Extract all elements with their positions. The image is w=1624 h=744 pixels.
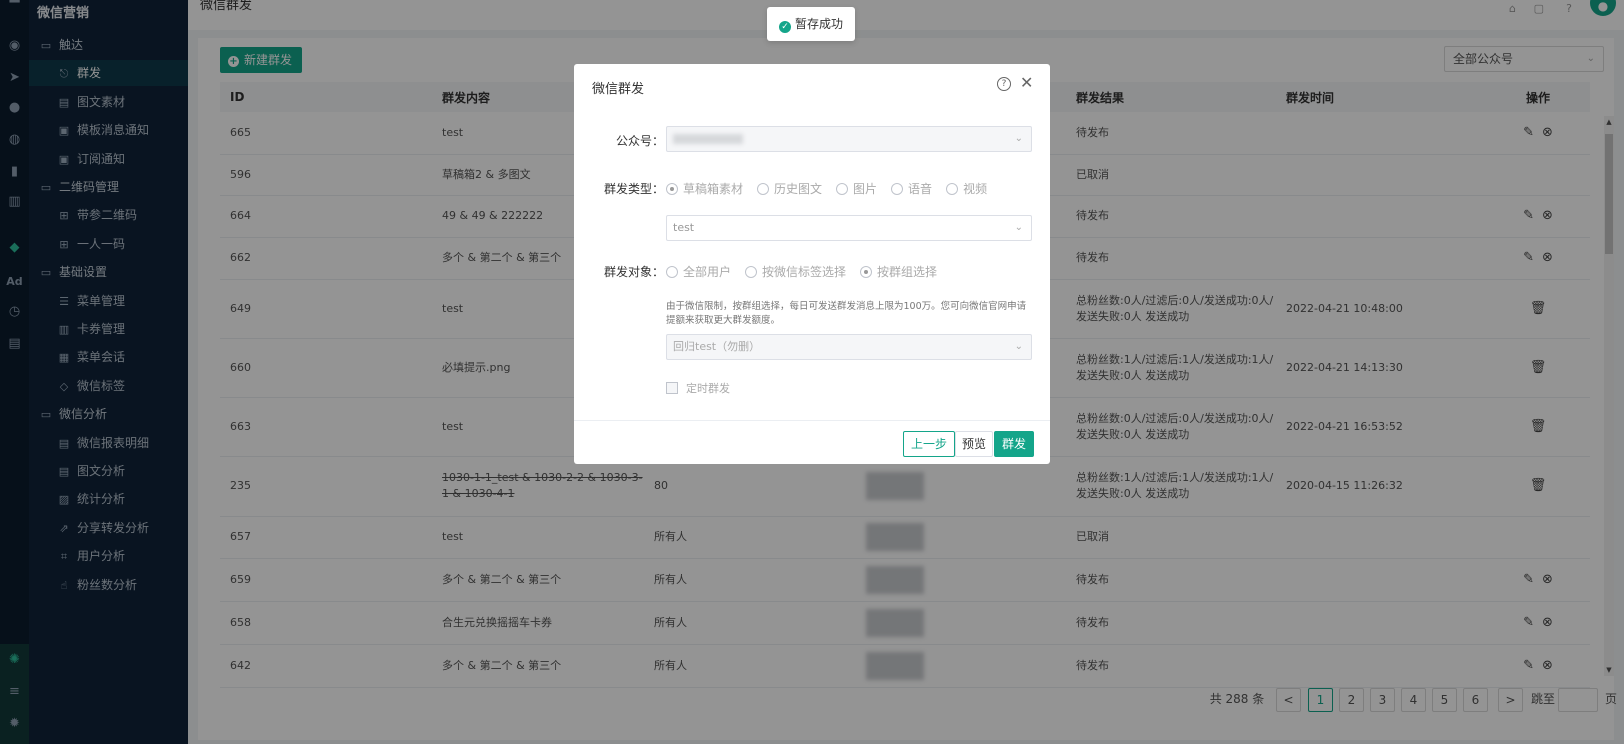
target-radio-1[interactable]: 按微信标签选择 <box>745 263 846 280</box>
target-radio-group: 全部用户 按微信标签选择 按群组选择 <box>666 263 951 280</box>
type-radio-4[interactable]: 视频 <box>946 180 987 197</box>
modal-footer-divider <box>574 420 1050 421</box>
radio-dot[interactable] <box>666 183 678 195</box>
target-radio-2[interactable]: 按群组选择 <box>860 263 937 280</box>
radio-dot[interactable] <box>757 183 770 195</box>
type-radio-2[interactable]: 图片 <box>836 180 877 197</box>
success-toast: ✓ 暂存成功 <box>767 7 855 41</box>
checkbox-box[interactable] <box>666 382 678 394</box>
account-field[interactable]: ⌄ <box>666 126 1032 152</box>
type-radio-3[interactable]: 语音 <box>891 180 932 197</box>
radio-label: 历史图文 <box>774 182 823 196</box>
group-limit-note: 由于微信限制，按群组选择，每日可发送群发消息上限为100万。您可向微信官网申请提… <box>666 301 1027 326</box>
question-icon[interactable]: ? <box>997 77 1011 91</box>
radio-label: 视频 <box>963 182 988 196</box>
group-select-value: 回归test（勿删） <box>673 340 761 353</box>
radio-label: 语音 <box>908 182 933 196</box>
prev-step-button[interactable]: 上一步 <box>903 431 955 457</box>
radio-dot[interactable] <box>860 266 873 278</box>
chevron-down-icon: ⌄ <box>1014 341 1023 352</box>
toast-text: 暂存成功 <box>794 17 843 31</box>
check-circle-icon: ✓ <box>778 21 791 33</box>
radio-dot[interactable] <box>891 183 904 195</box>
chevron-down-icon: ⌄ <box>1014 133 1023 144</box>
type-radio-1[interactable]: 历史图文 <box>757 180 822 197</box>
radio-dot[interactable] <box>666 266 678 278</box>
group-select[interactable]: 回归test（勿删） ⌄ <box>666 334 1032 360</box>
account-label: 公众号： <box>615 134 664 148</box>
radio-label: 按微信标签选择 <box>762 265 847 279</box>
modal-title: 微信群发 <box>592 82 645 97</box>
send-broadcast-button[interactable]: 群发 <box>994 431 1034 457</box>
preview-button[interactable]: 预览 <box>955 431 993 457</box>
schedule-label: 定时群发 <box>686 382 730 395</box>
radio-label: 图片 <box>853 182 878 196</box>
chevron-down-icon: ⌄ <box>1014 222 1023 233</box>
radio-dot[interactable] <box>946 183 959 195</box>
schedule-checkbox[interactable]: 定时群发 <box>666 380 730 396</box>
radio-label: 按群组选择 <box>877 265 938 279</box>
radio-label: 草稿箱素材 <box>683 182 744 196</box>
broadcast-modal: 微信群发 ? ✕ 公众号： ⌄ 群发类型： 草稿箱素材 历史图文 图片 语音 视频 te… <box>574 64 1050 464</box>
radio-label: 全部用户 <box>683 265 732 279</box>
material-select[interactable]: test ⌄ <box>666 215 1032 241</box>
type-radio-group: 草稿箱素材 历史图文 图片 语音 视频 <box>666 180 1001 197</box>
radio-dot[interactable] <box>836 183 849 195</box>
target-radio-0[interactable]: 全部用户 <box>666 263 731 280</box>
target-label: 群发对象： <box>603 265 664 279</box>
type-label: 群发类型： <box>603 182 664 196</box>
type-radio-0[interactable]: 草稿箱素材 <box>666 180 743 197</box>
radio-dot[interactable] <box>745 266 758 278</box>
account-value-blurred <box>673 134 743 144</box>
material-select-value: test <box>673 221 695 234</box>
close-icon[interactable]: ✕ <box>1020 73 1033 92</box>
